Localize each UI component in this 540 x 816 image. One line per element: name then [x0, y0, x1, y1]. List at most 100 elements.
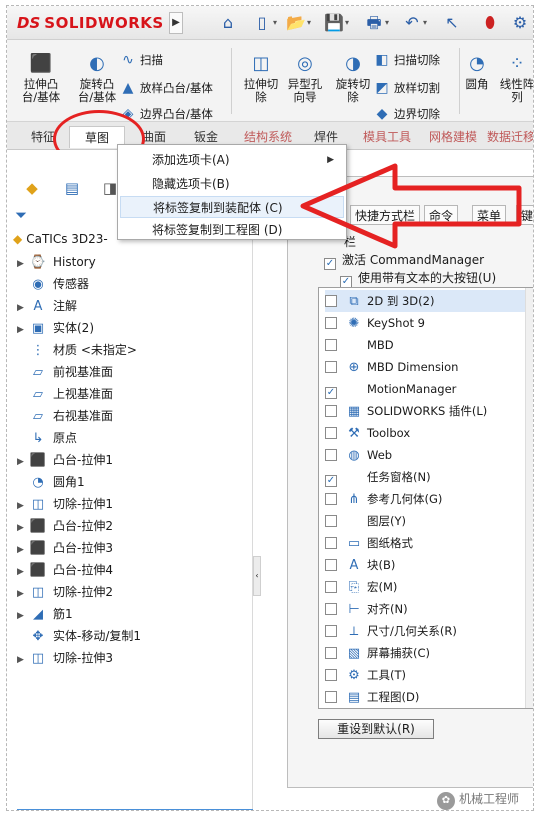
tree-item[interactable]: ▶ ⬛ 凸台-拉伸1 [17, 449, 113, 471]
tree-item[interactable]: ✥ 实体-移动/复制1 [17, 625, 141, 647]
rollback-bar[interactable] [17, 809, 253, 810]
list-item[interactable]: ⧉ 2D 到 3D(2) [325, 290, 533, 312]
rebuild-traffic-light-icon[interactable]: ⬮ [477, 11, 503, 35]
expand-arrow-icon[interactable]: ▶ [17, 583, 29, 605]
list-item[interactable]: ⚒ Toolbox [325, 422, 533, 444]
revolve-boss-button[interactable]: ◐ 旋转凸 台/基体 [69, 52, 125, 104]
tree-item[interactable]: ◔ 圆角1 [17, 471, 84, 493]
checkbox-unchecked-icon[interactable] [325, 669, 337, 681]
filter-icon[interactable]: ⏷ [15, 206, 27, 224]
tree-item[interactable]: ▱ 上视基准面 [17, 383, 113, 405]
list-item[interactable]: ⊕ MBD Dimension [325, 356, 533, 378]
tree-item[interactable]: ▶ ⬛ 凸台-拉伸3 [17, 537, 113, 559]
checkbox-unchecked-icon[interactable] [325, 625, 337, 637]
tree-item[interactable]: ▶ A 注解 [17, 295, 77, 317]
list-item[interactable]: ⋔ 参考几何体(G) [325, 488, 533, 510]
tree-item[interactable]: ◉ 传感器 [17, 273, 89, 295]
checkbox-unchecked-icon[interactable] [325, 339, 337, 351]
checkbox-unchecked-icon[interactable] [325, 317, 337, 329]
tab-data-migration[interactable]: 数据迁移 [487, 126, 533, 148]
fillet-button[interactable]: ◔ 圆角 [457, 52, 497, 91]
checkbox-unchecked-icon[interactable] [325, 559, 337, 571]
checkbox-unchecked-icon[interactable] [325, 537, 337, 549]
expand-arrow-icon[interactable]: ▶ [17, 539, 29, 561]
checkbox-unchecked-icon[interactable] [325, 493, 337, 505]
list-item[interactable]: ▦ SOLIDWORKS 插件(L) [325, 400, 533, 422]
list-item[interactable]: A 块(B) [325, 554, 533, 576]
sweep-cut-button[interactable]: ◧ 扫描切除 [373, 50, 440, 70]
tree-item[interactable]: ▱ 前视基准面 [17, 361, 113, 383]
tree-item[interactable]: ▶ ⬛ 凸台-拉伸2 [17, 515, 113, 537]
list-item[interactable]: ✓ 任务窗格(N) [325, 466, 533, 488]
list-item[interactable]: ⚙ 工具(T) [325, 664, 533, 686]
panel-collapse-handle[interactable]: ‹ [253, 556, 261, 596]
tree-item[interactable]: ▱ 右视基准面 [17, 405, 113, 427]
save-icon[interactable]: 💾 [321, 11, 347, 35]
tree-item[interactable]: ▶ ◢ 筋1 [17, 603, 73, 625]
list-item[interactable]: MBD [325, 334, 533, 356]
tree-item[interactable]: ▶ ◫ 切除-拉伸1 [17, 493, 113, 515]
new-document-icon[interactable]: ▯ [249, 11, 275, 35]
tree-item[interactable]: ▶ ▣ 实体(2) [17, 317, 94, 339]
print-dropdown-icon[interactable]: ▾ [385, 18, 393, 28]
checkbox-unchecked-icon[interactable] [325, 515, 337, 527]
solidworks-logo[interactable]: DS SOLIDWORKS [17, 12, 164, 34]
list-item[interactable]: ▧ 屏幕捕获(C) [325, 642, 533, 664]
home-icon[interactable]: ⌂ [215, 11, 241, 35]
tree-item[interactable]: ⋮ 材质 <未指定> [17, 339, 137, 361]
save-dropdown-icon[interactable]: ▾ [345, 18, 353, 28]
list-item[interactable]: ⊢ 对齐(N) [325, 598, 533, 620]
select-pointer-icon[interactable]: ↖ [439, 11, 465, 35]
tab-mold-tools[interactable]: 模具工具 [355, 126, 419, 148]
checkbox-unchecked-icon[interactable] [325, 449, 337, 461]
list-item[interactable]: ▭ 图纸格式 [325, 532, 533, 554]
undo-icon[interactable]: ↶ [399, 11, 425, 35]
loft-boss-button[interactable]: ▲ 放样凸台/基体 [119, 78, 213, 98]
extrude-boss-button[interactable]: ⬛ 拉伸凸 台/基体 [13, 52, 69, 104]
linear-pattern-button[interactable]: ⁘ 线性阵 列 [497, 52, 533, 104]
list-item[interactable]: ▤ 工程图(D) [325, 686, 533, 708]
list-item[interactable]: ✓ MotionManager [325, 378, 533, 400]
reset-to-default-button[interactable]: 重设到默认(R) [318, 719, 434, 739]
list-item[interactable]: ⎘ 宏(M) [325, 576, 533, 598]
checkbox-unchecked-icon[interactable] [325, 647, 337, 659]
expand-arrow-icon[interactable]: ▶ [17, 517, 29, 539]
expand-arrow-icon[interactable]: ▶ [17, 649, 29, 671]
sweep-button[interactable]: ∿ 扫描 [119, 50, 163, 70]
expand-arrow-icon[interactable]: ▶ [17, 297, 29, 319]
tree-item[interactable]: ▶ ◫ 切除-拉伸2 [17, 581, 113, 603]
expand-arrow-icon[interactable]: ▶ [17, 605, 29, 627]
tab-mesh-modeling[interactable]: 网格建模 [421, 126, 485, 148]
tree-item[interactable]: ↳ 原点 [17, 427, 77, 449]
menu-expand-arrow-icon[interactable]: ▶ [169, 12, 183, 34]
tree-root-part[interactable]: ◆ CaTICs 3D23- [13, 232, 108, 246]
expand-arrow-icon[interactable]: ▶ [17, 561, 29, 583]
checkbox-unchecked-icon[interactable] [325, 691, 337, 703]
list-item[interactable]: ✺ KeyShot 9 [325, 312, 533, 334]
open-dropdown-icon[interactable]: ▾ [307, 18, 315, 28]
checkbox-unchecked-icon[interactable] [325, 581, 337, 593]
list-item[interactable]: ◍ Web [325, 444, 533, 466]
toolbar-listbox[interactable]: ⧉ 2D 到 3D(2) ✺ KeyShot 9 MBD ⊕ MBD Dimension ✓ M… [318, 287, 533, 709]
checkbox-unchecked-icon[interactable] [325, 295, 337, 307]
checkbox-unchecked-icon[interactable] [325, 361, 337, 373]
checkbox-checked-icon[interactable]: ✓ [325, 387, 337, 399]
options-gear-icon[interactable]: ⚙ [507, 11, 533, 35]
open-icon[interactable]: 📂 [283, 11, 309, 35]
expand-arrow-icon[interactable]: ▶ [17, 451, 29, 473]
boundary-cut-button[interactable]: ◆ 边界切除 [373, 104, 440, 124]
large-buttons-checkbox[interactable]: ✓ 使用带有文本的大按钮(U) [340, 269, 496, 288]
checkbox-unchecked-icon[interactable] [325, 603, 337, 615]
activate-commandmanager-checkbox[interactable]: ✓ 激活 CommandManager [324, 251, 484, 270]
tree-item[interactable]: ▶ ⬛ 凸台-拉伸4 [17, 559, 113, 581]
expand-arrow-icon[interactable]: ▶ [17, 253, 29, 275]
list-item[interactable]: 图层(Y) [325, 510, 533, 532]
tree-item[interactable]: ▶ ◫ 切除-拉伸3 [17, 647, 113, 669]
tree-item[interactable]: ▶ ⌚ History [17, 251, 96, 273]
expand-arrow-icon[interactable]: ▶ [17, 319, 29, 341]
listbox-scrollbar[interactable] [525, 288, 533, 708]
list-item[interactable]: ⟂ 尺寸/几何关系(R) [325, 620, 533, 642]
expand-arrow-icon[interactable]: ▶ [17, 495, 29, 517]
checkbox-unchecked-icon[interactable] [325, 405, 337, 417]
property-manager-tab-icon[interactable]: ▤ [59, 177, 85, 199]
